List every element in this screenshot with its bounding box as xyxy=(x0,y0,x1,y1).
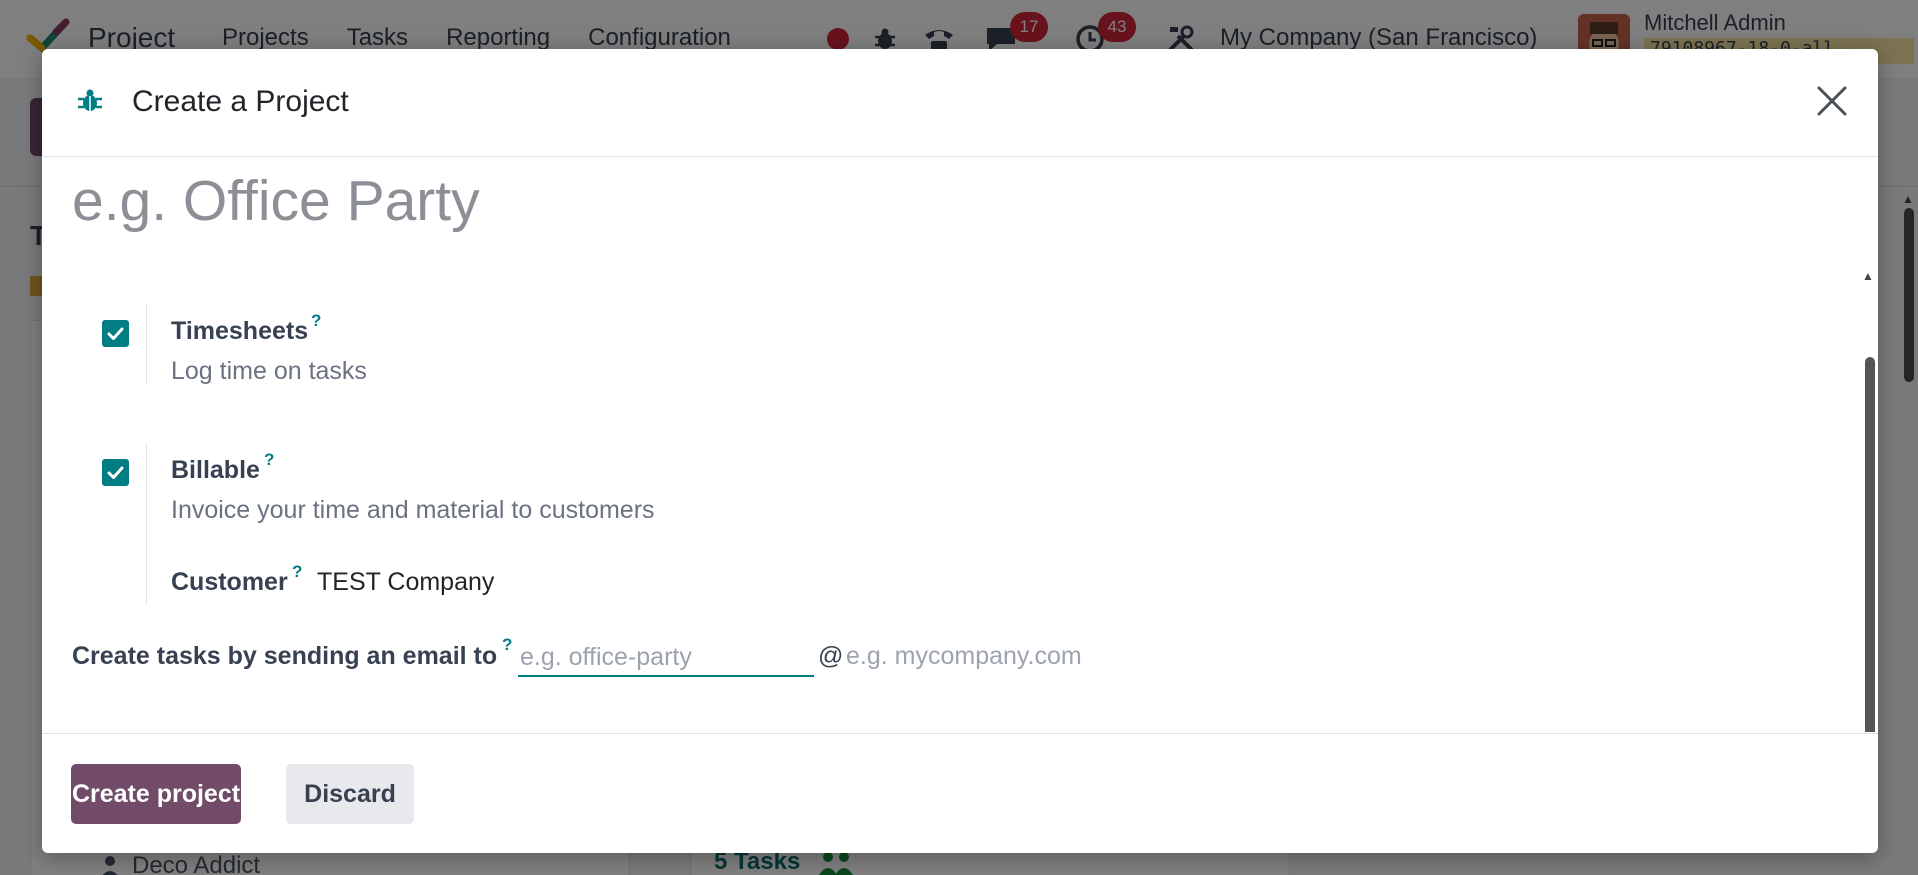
dialog-body: Timesheets ? Log time on tasks Billable … xyxy=(42,157,1878,732)
email-alias-help-icon[interactable]: ? xyxy=(502,635,512,655)
discard-button[interactable]: Discard xyxy=(286,764,414,824)
create-project-button[interactable]: Create project xyxy=(71,764,241,824)
checkmark-icon xyxy=(107,466,124,479)
customer-label: Customer xyxy=(171,568,288,596)
dialog-title: Create a Project xyxy=(132,85,349,118)
timesheets-help-icon[interactable]: ? xyxy=(311,311,321,331)
bug-icon xyxy=(78,89,102,111)
email-domain: e.g. mycompany.com xyxy=(846,642,1082,670)
email-at-sign: @ xyxy=(818,642,844,670)
billable-help-icon[interactable]: ? xyxy=(264,450,274,470)
create-project-dialog: Create a Project Timesheets ? Log time o… xyxy=(42,49,1878,853)
customer-field[interactable]: TEST Company xyxy=(317,568,494,597)
timesheets-divider xyxy=(146,305,147,383)
billable-description: Invoice your time and material to custom… xyxy=(171,496,655,524)
billable-divider xyxy=(146,443,147,605)
close-icon[interactable] xyxy=(1814,83,1850,119)
timesheets-description: Log time on tasks xyxy=(171,357,367,385)
dialog-scrollbar[interactable] xyxy=(1865,357,1875,732)
timesheets-checkbox[interactable] xyxy=(102,320,129,347)
checkmark-icon xyxy=(107,327,124,340)
email-alias-input[interactable] xyxy=(518,639,814,677)
billable-label: Billable xyxy=(171,456,260,484)
billable-checkbox[interactable] xyxy=(102,459,129,486)
project-name-input[interactable] xyxy=(72,163,1272,239)
dialog-footer: Create project Discard xyxy=(42,733,1878,853)
email-alias-label: Create tasks by sending an email to xyxy=(72,642,498,670)
timesheets-label: Timesheets xyxy=(171,317,309,345)
dialog-scroll-up[interactable]: ▲ xyxy=(1862,269,1874,283)
customer-help-icon[interactable]: ? xyxy=(292,562,302,582)
dialog-header: Create a Project xyxy=(42,49,1878,157)
